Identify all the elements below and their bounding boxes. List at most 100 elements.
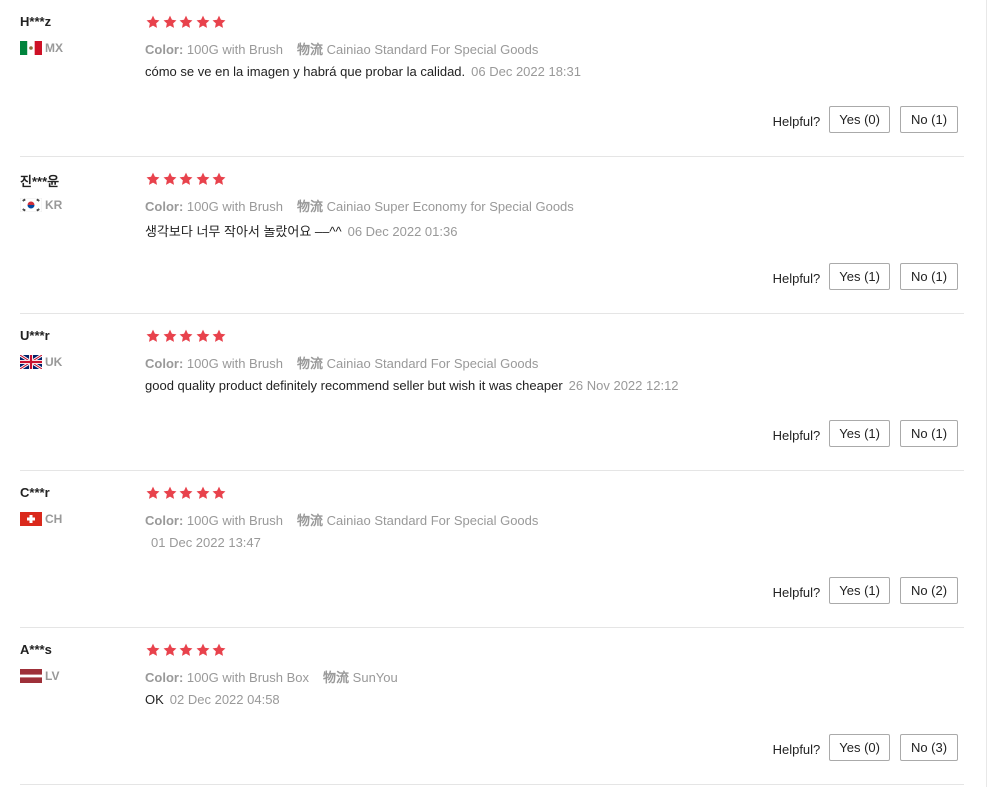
logistics-value: Cainiao Standard For Special Goods xyxy=(326,513,539,528)
review-text: cómo se ve en la imagen y habrá que prob… xyxy=(145,64,466,79)
helpful-no-button[interactable]: No (1) xyxy=(900,263,958,290)
star-icon xyxy=(196,329,209,342)
star-icon xyxy=(163,15,176,28)
helpful-label: Helpful? xyxy=(772,427,821,443)
latvia-flag-icon xyxy=(20,669,42,683)
reviewer-country: LV xyxy=(20,669,59,683)
logistics-value: Cainiao Standard For Special Goods xyxy=(326,42,539,57)
country-code: MX xyxy=(45,41,63,55)
color-value: 100G with Brush Box xyxy=(186,670,310,685)
helpful-yes-button[interactable]: Yes (1) xyxy=(829,420,890,447)
star-icon xyxy=(146,172,160,185)
star-icon xyxy=(212,15,226,28)
star-icon xyxy=(163,643,176,656)
color-value: 100G with Brush xyxy=(186,42,284,57)
color-label: Color: xyxy=(145,513,184,528)
country-code: KR xyxy=(45,198,63,212)
star-icon xyxy=(179,643,193,656)
reviewer-name: 진***윤 xyxy=(20,174,60,189)
switzerland-flag-icon xyxy=(20,512,42,526)
star-icon xyxy=(196,486,209,499)
logistics-value: SunYou xyxy=(352,670,398,685)
reviewer-country: CH xyxy=(20,512,62,526)
reviewer-country: MX xyxy=(20,41,63,55)
review-content: 01 Dec 2022 13:47 xyxy=(145,535,261,550)
helpful-label: Helpful? xyxy=(772,270,821,286)
star-icon xyxy=(146,486,160,499)
star-icon xyxy=(179,486,193,499)
helpful-yes-button[interactable]: Yes (0) xyxy=(829,734,890,761)
star-icon xyxy=(163,486,176,499)
color-label: Color: xyxy=(145,42,184,57)
logistics-value: Cainiao Standard For Special Goods xyxy=(326,356,539,371)
logistics-label: 物流 xyxy=(323,670,350,685)
logistics-label: 物流 xyxy=(297,199,324,214)
star-icon xyxy=(196,15,209,28)
review-date: 02 Dec 2022 04:58 xyxy=(169,692,280,707)
star-icon xyxy=(163,172,176,185)
helpful-no-button[interactable]: No (1) xyxy=(900,106,958,133)
review-item: C***r CH Color: 100G with Brush 物流 Cainia… xyxy=(20,471,964,628)
logistics-label: 物流 xyxy=(297,513,324,528)
color-label: Color: xyxy=(145,356,184,371)
review-content: 생각보다 너무 작아서 놀랐어요 ––^^ 06 Dec 2022 01:36 xyxy=(145,221,457,240)
review-item: A***s LV Color: 100G with Brush Box 物流 Su… xyxy=(20,628,964,785)
star-rating xyxy=(145,171,228,187)
helpful-yes-button[interactable]: Yes (1) xyxy=(829,577,890,604)
reviewer-name: U***r xyxy=(20,328,50,343)
reviewer-name: A***s xyxy=(20,642,52,657)
review-attributes: Color: 100G with Brush 物流 Cainiao Standar… xyxy=(145,510,538,529)
color-value: 100G with Brush xyxy=(186,356,284,371)
logistics-label: 物流 xyxy=(297,356,324,371)
feedback-list: H***z MX Color: 100G with Brush 物流 Cainia… xyxy=(20,0,964,785)
reviewer-name: C***r xyxy=(20,485,50,500)
review-content: cómo se ve en la imagen y habrá que prob… xyxy=(145,64,581,79)
helpful-row: Helpful? Yes (1) No (2) xyxy=(773,577,958,604)
korea-flag-icon xyxy=(20,198,42,212)
star-rating xyxy=(145,485,228,501)
color-value: 100G with Brush xyxy=(186,513,284,528)
review-item: 진***윤 KR Color: 100G with Brush 物流 Cainia… xyxy=(20,157,964,314)
star-icon xyxy=(212,329,226,342)
color-label: Color: xyxy=(145,199,184,214)
star-icon xyxy=(163,329,176,342)
reviewer-country: UK xyxy=(20,355,62,369)
country-code: CH xyxy=(45,512,63,526)
star-icon xyxy=(212,172,226,185)
color-label: Color: xyxy=(145,670,184,685)
logistics-label: 物流 xyxy=(297,42,324,57)
review-text: OK xyxy=(145,692,164,707)
review-date: 01 Dec 2022 13:47 xyxy=(151,535,261,550)
helpful-row: Helpful? Yes (0) No (3) xyxy=(773,734,958,761)
review-content: good quality product definitely recommen… xyxy=(145,378,679,393)
review-item: H***z MX Color: 100G with Brush 物流 Cainia… xyxy=(20,0,964,157)
helpful-yes-button[interactable]: Yes (0) xyxy=(829,106,890,133)
helpful-row: Helpful? Yes (0) No (1) xyxy=(773,106,958,133)
review-date: 06 Dec 2022 18:31 xyxy=(471,64,582,79)
star-icon xyxy=(179,172,193,185)
country-code: UK xyxy=(45,355,63,369)
helpful-label: Helpful? xyxy=(772,584,821,600)
helpful-no-button[interactable]: No (2) xyxy=(900,577,958,604)
review-item: U***r UK Color: 100G with Brush 物流 Cainia… xyxy=(20,314,964,471)
review-attributes: Color: 100G with Brush 物流 Cainiao Standar… xyxy=(145,353,538,372)
helpful-yes-button[interactable]: Yes (1) xyxy=(829,263,890,290)
star-icon xyxy=(212,643,226,656)
reviewer-country: KR xyxy=(20,198,62,212)
star-rating xyxy=(145,642,228,658)
star-icon xyxy=(146,329,160,342)
star-icon xyxy=(146,15,160,28)
helpful-row: Helpful? Yes (1) No (1) xyxy=(773,420,958,447)
country-code: LV xyxy=(45,669,60,683)
star-icon xyxy=(212,486,226,499)
color-value: 100G with Brush xyxy=(186,199,284,214)
review-attributes: Color: 100G with Brush 物流 Cainiao Super E… xyxy=(145,196,574,215)
helpful-no-button[interactable]: No (1) xyxy=(900,420,958,447)
review-date: 06 Dec 2022 01:36 xyxy=(347,224,458,239)
helpful-no-button[interactable]: No (3) xyxy=(900,734,958,761)
review-attributes: Color: 100G with Brush 物流 Cainiao Standar… xyxy=(145,39,538,58)
scrollbar-track xyxy=(986,0,987,787)
star-icon xyxy=(196,172,209,185)
reviewer-name: H***z xyxy=(20,14,52,29)
star-rating xyxy=(145,328,228,344)
